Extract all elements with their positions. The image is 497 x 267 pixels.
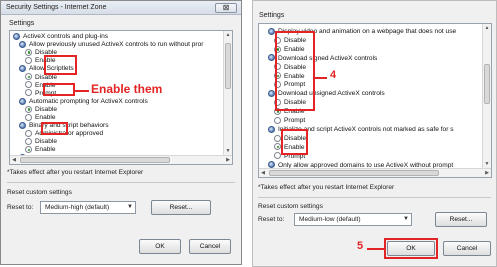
settings-group-label: Settings bbox=[259, 12, 285, 19]
reset-to-label: Reset to: bbox=[258, 216, 285, 223]
step-4-annotation: 4 bbox=[330, 69, 337, 81]
settings-gear-icon bbox=[268, 90, 275, 98]
step-5-annotation: 5 bbox=[357, 240, 364, 252]
settings-gear-icon bbox=[19, 121, 26, 129]
highlight-box-scriptlets bbox=[44, 55, 77, 75]
reset-level-select[interactable]: Medium-low (default) ▼ bbox=[294, 213, 412, 226]
scroll-right-icon[interactable]: ▶ bbox=[224, 156, 232, 164]
highlight-box-initialize bbox=[281, 129, 308, 155]
highlight-box-ok bbox=[384, 238, 438, 259]
cancel-button[interactable]: Cancel bbox=[189, 239, 231, 254]
restart-note: *Takes effect after you restart Internet… bbox=[7, 169, 144, 176]
reset-button[interactable]: Reset... bbox=[435, 212, 487, 227]
chevron-down-icon: ▼ bbox=[127, 204, 133, 210]
reset-section-label: Reset custom settings bbox=[7, 189, 72, 196]
divider bbox=[7, 182, 235, 183]
vertical-scrollbar[interactable]: ▲ ▼ bbox=[223, 31, 232, 155]
vertical-scrollbar[interactable]: ▲ ▼ bbox=[482, 24, 491, 168]
radio-icon[interactable] bbox=[274, 116, 281, 124]
radio-selected-icon[interactable] bbox=[25, 105, 32, 113]
security-settings-dialog-right: Settings Display video and animation on … bbox=[252, 0, 497, 267]
radio-selected-icon[interactable] bbox=[25, 146, 32, 154]
radio-icon[interactable] bbox=[274, 152, 281, 160]
setting-label: Disable bbox=[35, 138, 57, 146]
scroll-right-icon[interactable]: ▶ bbox=[483, 169, 491, 177]
scroll-left-icon[interactable]: ◀ bbox=[259, 169, 267, 177]
horizontal-scrollbar[interactable]: ◀ ▶ bbox=[259, 168, 491, 177]
hscroll-thumb[interactable] bbox=[269, 170, 439, 176]
scroll-thumb[interactable] bbox=[225, 43, 231, 89]
setting-label: Disable bbox=[35, 105, 57, 113]
scroll-up-icon[interactable]: ▲ bbox=[483, 24, 491, 32]
settings-gear-icon bbox=[19, 40, 26, 48]
setting-label: Enable bbox=[35, 114, 56, 121]
setting-label: ActiveX controls and plug-ins bbox=[23, 33, 109, 40]
setting-label: Prompt bbox=[284, 117, 306, 124]
scroll-down-icon[interactable]: ▼ bbox=[224, 147, 232, 155]
reset-level-value: Medium-high (default) bbox=[45, 204, 110, 211]
reset-level-value: Medium-low (default) bbox=[299, 216, 361, 223]
callout-line-5 bbox=[367, 248, 385, 250]
settings-gear-icon bbox=[13, 32, 20, 40]
radio-selected-icon[interactable] bbox=[25, 73, 32, 81]
radio-selected-icon[interactable] bbox=[25, 48, 32, 56]
highlight-box-activex bbox=[275, 31, 315, 111]
settings-gear-icon bbox=[268, 54, 275, 62]
setting-label: Allow previously unused ActiveX controls… bbox=[29, 41, 204, 49]
radio-icon[interactable] bbox=[25, 113, 32, 121]
scroll-left-icon[interactable]: ◀ bbox=[10, 156, 18, 164]
ok-button[interactable]: OK bbox=[139, 239, 181, 254]
divider bbox=[258, 197, 491, 198]
callout-line-4 bbox=[315, 77, 327, 79]
reset-level-select[interactable]: Medium-high (default) ▼ bbox=[40, 201, 136, 214]
highlight-box-enable bbox=[43, 83, 75, 96]
restart-note: *Takes effect after you restart Internet… bbox=[258, 184, 395, 191]
close-icon[interactable]: ⊠ bbox=[215, 3, 237, 13]
radio-icon[interactable] bbox=[25, 89, 32, 97]
cancel-button[interactable]: Cancel bbox=[443, 241, 491, 256]
settings-gear-icon bbox=[19, 65, 26, 73]
horizontal-scrollbar[interactable]: ◀ ▶ bbox=[10, 155, 232, 164]
radio-icon[interactable] bbox=[25, 129, 32, 137]
radio-icon[interactable] bbox=[25, 138, 32, 146]
highlight-box-prompting bbox=[41, 122, 68, 135]
dialog-title: Security Settings - Internet Zone bbox=[6, 4, 107, 11]
hscroll-thumb[interactable] bbox=[20, 157, 170, 163]
setting-label: Enable bbox=[35, 146, 56, 154]
settings-group-label: Settings bbox=[9, 20, 35, 27]
settings-gear-icon bbox=[268, 125, 275, 133]
radio-icon[interactable] bbox=[25, 81, 32, 89]
reset-button[interactable]: Reset... bbox=[151, 200, 211, 215]
radio-icon[interactable] bbox=[25, 57, 32, 65]
settings-gear-icon bbox=[268, 27, 275, 35]
settings-gear-icon bbox=[19, 97, 26, 105]
scroll-up-icon[interactable]: ▲ bbox=[224, 31, 232, 39]
scroll-thumb[interactable] bbox=[484, 64, 490, 104]
setting-label: Automatic prompting for ActiveX controls bbox=[29, 97, 148, 105]
settings-list[interactable]: ActiveX controls and plug-ins Allow previ… bbox=[9, 30, 233, 165]
chevron-down-icon: ▼ bbox=[403, 216, 409, 222]
enable-them-annotation: Enable them bbox=[91, 82, 163, 96]
scroll-down-icon[interactable]: ▼ bbox=[483, 160, 491, 168]
callout-line bbox=[75, 90, 89, 92]
security-settings-dialog-left: Security Settings - Internet Zone ⊠ Sett… bbox=[0, 0, 242, 265]
reset-to-label: Reset to: bbox=[7, 204, 34, 211]
radio-icon[interactable] bbox=[274, 134, 281, 142]
title-bar: Security Settings - Internet Zone ⊠ bbox=[1, 1, 241, 15]
reset-section-label: Reset custom settings bbox=[258, 203, 323, 210]
radio-selected-icon[interactable] bbox=[274, 143, 281, 151]
